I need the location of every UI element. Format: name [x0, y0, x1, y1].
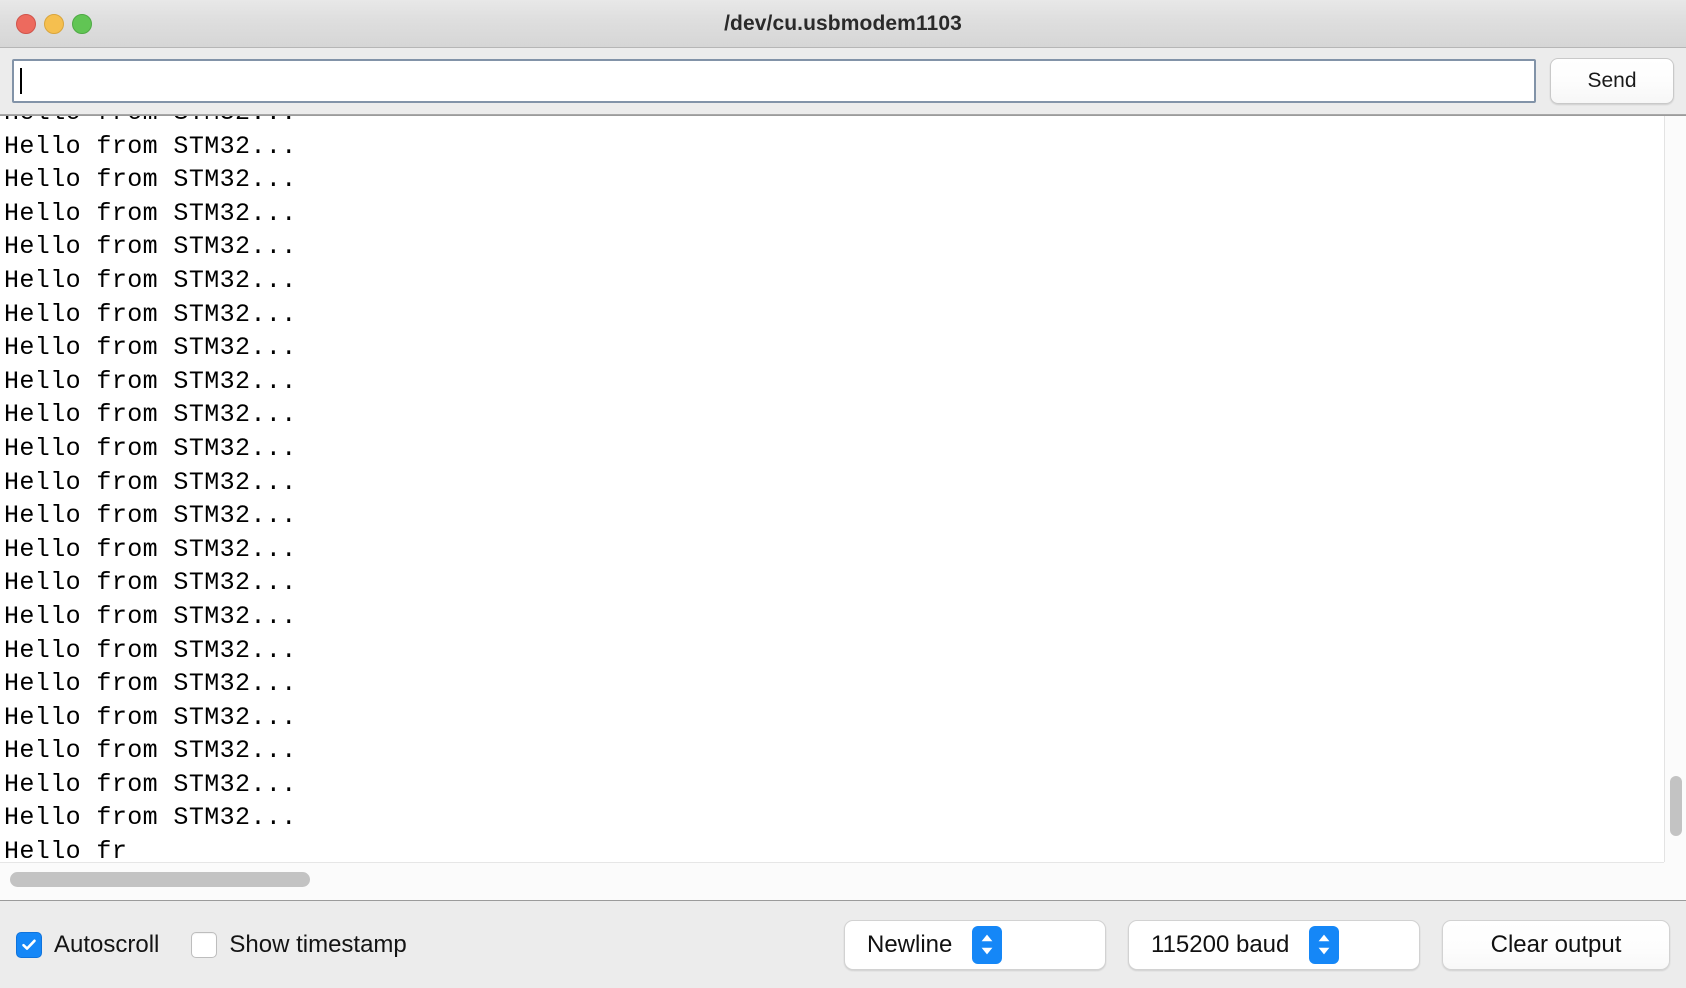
console-line: Hello from STM32... — [4, 265, 297, 295]
console-line: Hello from STM32... — [4, 534, 297, 564]
bottom-toolbar: Autoscroll Show timestamp Newline 115200… — [0, 900, 1686, 988]
console-lines: Hello from STM32... Hello from STM32... He… — [4, 116, 1664, 862]
console-text-region[interactable]: Hello from STM32... Hello from STM32... He… — [0, 116, 1664, 862]
close-window-button[interactable] — [16, 14, 36, 34]
minimize-window-button[interactable] — [44, 14, 64, 34]
console-line: Hello from STM32... — [4, 635, 297, 665]
title-bar: /dev/cu.usbmodem1103 — [0, 0, 1686, 48]
console-line: Hello from STM32... — [4, 568, 297, 598]
line-ending-select[interactable]: Newline — [844, 919, 1106, 970]
console-line: Hello from STM32... — [4, 131, 297, 161]
console-line: Hello from STM32... — [4, 333, 297, 363]
window-title: /dev/cu.usbmodem1103 — [724, 11, 962, 35]
show-timestamp-label: Show timestamp — [229, 930, 407, 958]
horizontal-scrollbar-thumb[interactable] — [10, 872, 310, 887]
console-line: Hello from STM32... — [4, 467, 297, 497]
baud-rate-value: 115200 baud — [1151, 930, 1290, 958]
console-line: Hello from STM32... — [4, 198, 297, 228]
console-line: Hello from STM32... — [4, 736, 297, 766]
console-line: Hello from STM32... — [4, 116, 1664, 130]
chevron-updown-icon[interactable] — [972, 925, 1003, 964]
console-line: Hello fr — [4, 837, 128, 862]
send-button[interactable]: Send — [1550, 58, 1674, 104]
checkbox-group: Autoscroll Show timestamp — [16, 931, 407, 959]
horizontal-scrollbar[interactable] — [0, 862, 1664, 900]
chevron-updown-icon[interactable] — [1309, 925, 1340, 964]
console-line: Hello from STM32... — [4, 400, 297, 430]
autoscroll-label: Autoscroll — [54, 930, 160, 958]
console-line: Hello from STM32... — [4, 669, 297, 699]
console-line: Hello from STM32... — [4, 803, 297, 833]
console-line: Hello from STM32... — [4, 702, 297, 732]
console-line: Hello from STM32... — [4, 601, 297, 631]
bottom-right-controls: Newline 115200 baud Clear output — [844, 919, 1670, 970]
vertical-scrollbar-thumb[interactable] — [1670, 776, 1682, 836]
console-line: Hello from STM32... — [4, 366, 297, 396]
console-line: Hello from STM32... — [4, 165, 297, 195]
console-line: Hello from STM32... — [4, 769, 297, 799]
send-row: Send — [0, 48, 1686, 115]
traffic-light-group — [16, 0, 92, 48]
console-line: Hello from STM32... — [4, 433, 297, 463]
console-line: Hello from STM32... — [4, 299, 297, 329]
console-output-area: Hello from STM32... Hello from STM32... He… — [0, 115, 1686, 900]
show-timestamp-checkbox[interactable]: Show timestamp — [191, 930, 407, 959]
autoscroll-checkbox-box[interactable] — [16, 931, 42, 958]
maximize-window-button[interactable] — [72, 14, 92, 34]
autoscroll-checkbox[interactable]: Autoscroll — [16, 931, 159, 959]
show-timestamp-checkbox-box[interactable] — [191, 931, 218, 958]
clear-output-button[interactable]: Clear output — [1442, 919, 1670, 970]
serial-send-input[interactable] — [12, 59, 1536, 103]
vertical-scrollbar[interactable] — [1664, 116, 1686, 862]
serial-monitor-window: /dev/cu.usbmodem1103 Send Hello from STM… — [0, 0, 1686, 988]
console-line: Hello from STM32... — [4, 501, 297, 531]
line-ending-value: Newline — [867, 930, 953, 958]
text-caret — [20, 68, 22, 94]
console-line: Hello from STM32... — [4, 232, 297, 262]
scrollbar-corner — [1664, 862, 1686, 900]
baud-rate-select[interactable]: 115200 baud — [1128, 919, 1420, 970]
